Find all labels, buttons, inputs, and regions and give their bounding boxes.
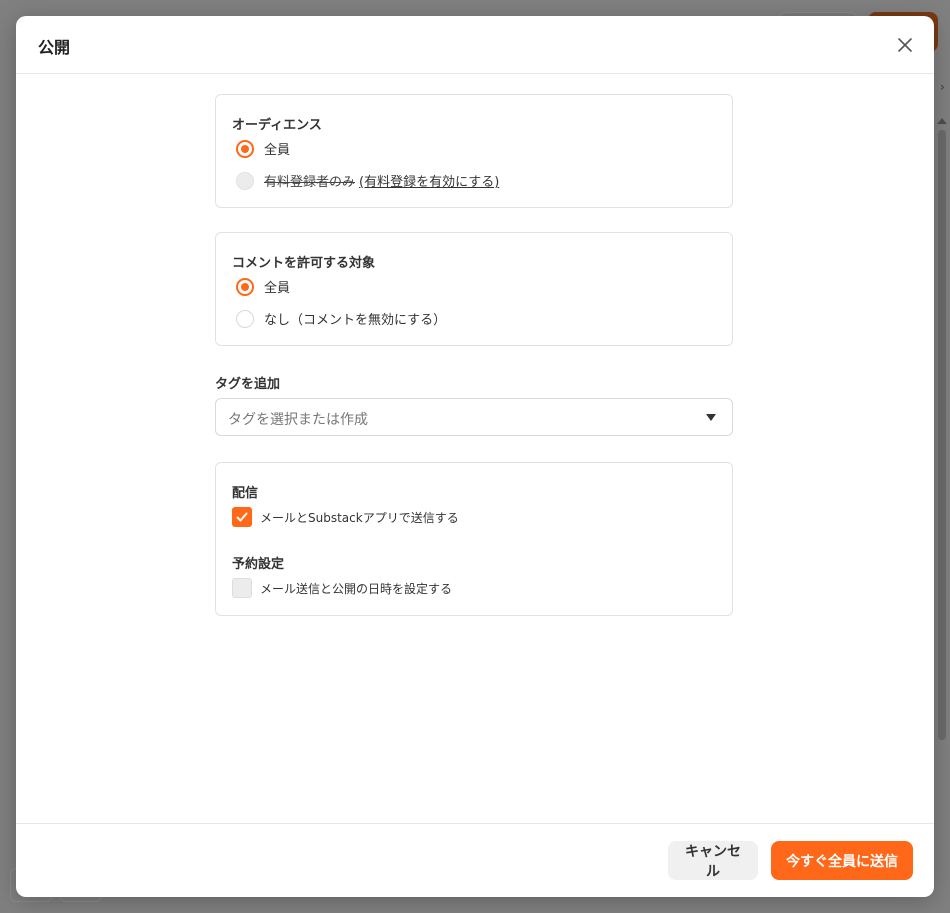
audience-card: オーディエンス 全員 有料登録者のみ (有料登録を有効にする)	[215, 94, 733, 208]
comments-option-none-label: なし（コメントを無効にする）	[264, 313, 447, 328]
schedule-option[interactable]: メール送信と公開の日時を設定する	[232, 578, 452, 598]
audience-option-paid-label: 有料登録者のみ	[264, 175, 356, 190]
checkbox-checked[interactable]	[232, 507, 252, 527]
tag-select[interactable]: タグを選択または作成	[215, 398, 733, 436]
check-icon	[236, 512, 248, 522]
chevron-right-icon: ›	[940, 80, 945, 94]
dialog-header: 公開	[16, 16, 934, 74]
checkbox-unchecked[interactable]	[232, 578, 252, 598]
tags-label: タグを追加	[215, 377, 281, 392]
audience-label: オーディエンス	[232, 118, 322, 133]
radio-unselected[interactable]	[236, 309, 254, 328]
background-scrollbar-thumb	[938, 130, 946, 740]
audience-option-paid: 有料登録者のみ (有料登録を有効にする)	[236, 171, 499, 190]
tag-select-placeholder: タグを選択または作成	[228, 412, 368, 428]
publish-dialog: 公開 オーディエンス 全員 有料登録者のみ (有料登録を有効にする) コメントを…	[16, 16, 934, 897]
delivery-card: 配信 メールとSubstackアプリで送信する 予約設定 メール送信と公開の日時…	[215, 462, 733, 616]
delivery-label: 配信	[232, 486, 259, 501]
delivery-email-app-option[interactable]: メールとSubstackアプリで送信する	[232, 507, 459, 527]
dialog-footer: キャンセル 今すぐ全員に送信	[16, 823, 934, 897]
close-button[interactable]	[896, 36, 914, 54]
cancel-button[interactable]: キャンセル	[668, 841, 758, 880]
radio-selected[interactable]	[236, 139, 254, 158]
caret-down-icon	[706, 414, 716, 421]
comments-label: コメントを許可する対象	[232, 256, 376, 271]
schedule-option-label: メール送信と公開の日時を設定する	[260, 581, 453, 596]
comments-option-none[interactable]: なし（コメントを無効にする）	[236, 309, 446, 328]
comments-option-everyone-label: 全員	[264, 281, 291, 296]
close-icon	[898, 38, 912, 52]
audience-option-everyone-label: 全員	[264, 143, 291, 158]
send-now-button[interactable]: 今すぐ全員に送信	[771, 841, 913, 880]
audience-option-everyone[interactable]: 全員	[236, 139, 290, 158]
scroll-up-arrow	[937, 118, 947, 124]
dialog-title: 公開	[38, 38, 71, 57]
comments-option-everyone[interactable]: 全員	[236, 277, 290, 296]
radio-selected[interactable]	[236, 277, 254, 296]
comments-card: コメントを許可する対象 全員 なし（コメントを無効にする）	[215, 232, 733, 346]
enable-paid-link[interactable]: (有料登録を有効にする)	[359, 171, 499, 190]
delivery-email-app-label: メールとSubstackアプリで送信する	[260, 510, 459, 525]
schedule-label: 予約設定	[232, 557, 285, 572]
radio-disabled	[236, 171, 254, 190]
dialog-body: オーディエンス 全員 有料登録者のみ (有料登録を有効にする) コメントを許可す…	[16, 74, 934, 823]
